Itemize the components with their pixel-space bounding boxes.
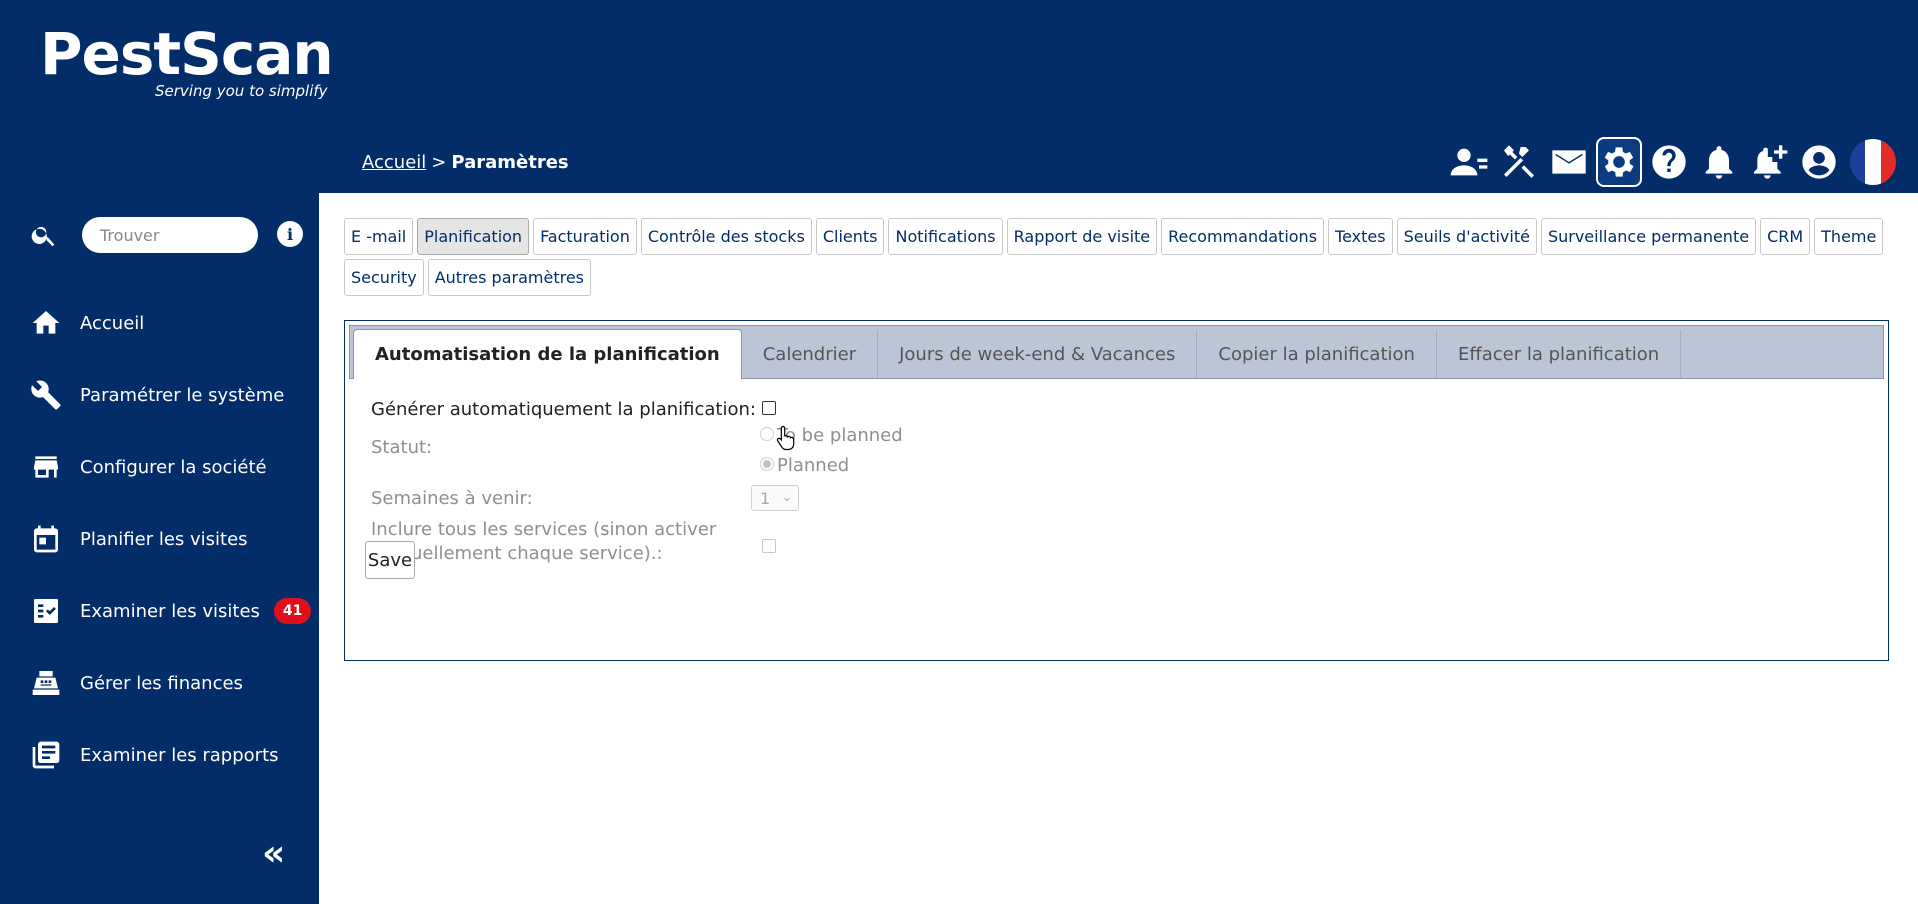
sidebar-item-label: Paramétrer le système bbox=[80, 384, 285, 406]
chevron-down-icon: ⌄ bbox=[781, 490, 792, 504]
sidebar-item-configurer-societe[interactable]: Configurer la société bbox=[0, 431, 319, 503]
include-services-label-line1: Inclure tous les services (sinon activer bbox=[371, 519, 717, 540]
sidebar-item-accueil[interactable]: Accueil bbox=[0, 287, 319, 359]
bell-plus-icon[interactable] bbox=[1746, 137, 1792, 187]
tab-textes[interactable]: Textes bbox=[1328, 218, 1393, 255]
info-icon[interactable]: i bbox=[277, 221, 303, 247]
reports-icon bbox=[32, 741, 60, 769]
breadcrumb-home-link[interactable]: Accueil bbox=[362, 152, 426, 173]
logo-tagline: Serving you to simplify bbox=[155, 82, 328, 100]
status-radio-planned[interactable] bbox=[760, 457, 774, 471]
help-icon[interactable] bbox=[1646, 137, 1692, 187]
subtab-weekend-vacances[interactable]: Jours de week-end & Vacances bbox=[878, 330, 1198, 378]
status-label: Statut: bbox=[371, 437, 433, 458]
pestscan-logo[interactable]: PestScan Serving you to simplify bbox=[40, 20, 334, 100]
tab-controle-stocks[interactable]: Contrôle des stocks bbox=[640, 218, 812, 255]
tab-clients[interactable]: Clients bbox=[815, 218, 885, 255]
tab-recommandations[interactable]: Recommandations bbox=[1161, 218, 1325, 255]
breadcrumb-separator: > bbox=[431, 152, 447, 173]
mail-icon[interactable] bbox=[1546, 137, 1592, 187]
logo-name: PestScan bbox=[40, 20, 334, 88]
include-services-checkbox[interactable] bbox=[762, 539, 776, 553]
subtab-copier[interactable]: Copier la planification bbox=[1197, 330, 1437, 378]
sidebar-item-examiner-rapports[interactable]: Examiner les rapports bbox=[0, 719, 319, 791]
sidebar-item-label: Examiner les visites bbox=[80, 600, 260, 622]
bell-icon[interactable] bbox=[1696, 137, 1742, 187]
search-input[interactable] bbox=[82, 217, 258, 253]
breadcrumb: Accueil > Paramètres bbox=[362, 152, 569, 173]
store-icon bbox=[34, 456, 58, 478]
status-radio-to-be-planned[interactable] bbox=[760, 427, 774, 441]
sidebar-item-planifier-visites[interactable]: Planifier les visites bbox=[0, 503, 319, 575]
auto-generate-checkbox[interactable] bbox=[762, 401, 776, 415]
tab-facturation[interactable]: Facturation bbox=[533, 218, 637, 255]
top-header: PestScan Serving you to simplify Accueil… bbox=[0, 0, 1918, 193]
subtab-effacer[interactable]: Effacer la planification bbox=[1437, 330, 1682, 378]
tab-planification[interactable]: Planification bbox=[417, 218, 530, 255]
sidebar-item-label: Accueil bbox=[80, 312, 145, 334]
save-button[interactable]: Save bbox=[365, 541, 415, 579]
subtab-calendrier[interactable]: Calendrier bbox=[742, 330, 879, 378]
auto-generate-label: Générer automatiquement la planification… bbox=[371, 399, 756, 420]
settings-tabs: E -mail Planification Facturation Contrô… bbox=[344, 218, 1904, 296]
tools-icon[interactable] bbox=[1496, 137, 1542, 187]
sidebar-item-gerer-finances[interactable]: Gérer les finances bbox=[0, 647, 319, 719]
collapse-sidebar-icon[interactable]: « bbox=[262, 833, 285, 874]
gear-icon[interactable] bbox=[1596, 137, 1642, 187]
tab-rapport-visite[interactable]: Rapport de visite bbox=[1006, 218, 1158, 255]
status-option-planned: Planned bbox=[777, 455, 850, 476]
sidebar-item-examiner-visites[interactable]: Examiner les visites 41 bbox=[0, 575, 319, 647]
sidebar-search bbox=[30, 217, 258, 253]
sidebar-nav: Accueil Paramétrer le système Configurer… bbox=[0, 287, 319, 791]
tab-notifications[interactable]: Notifications bbox=[888, 218, 1003, 255]
visits-count-badge: 41 bbox=[273, 598, 312, 624]
sidebar-item-label: Configurer la société bbox=[80, 456, 267, 478]
checklist-icon bbox=[34, 599, 58, 623]
sidebar-item-label: Gérer les finances bbox=[80, 672, 243, 694]
home-icon bbox=[32, 311, 60, 334]
weeks-label: Semaines à venir: bbox=[371, 488, 533, 509]
hand-cursor-icon bbox=[776, 425, 795, 451]
user-switch-icon[interactable] bbox=[1446, 137, 1492, 187]
subtab-automatisation[interactable]: Automatisation de la planification bbox=[353, 329, 742, 379]
cash-register-icon bbox=[32, 671, 60, 695]
sidebar-item-label: Examiner les rapports bbox=[80, 744, 279, 766]
tab-theme[interactable]: Theme bbox=[1814, 218, 1884, 255]
sidebar-item-parametrer-systeme[interactable]: Paramétrer le système bbox=[0, 359, 319, 431]
tab-email[interactable]: E -mail bbox=[344, 218, 414, 255]
weeks-select[interactable]: 1 ⌄ bbox=[751, 485, 799, 511]
sidebar: i Accueil Paramétrer le système Configur… bbox=[0, 193, 319, 904]
tab-security[interactable]: Security bbox=[344, 259, 424, 296]
account-icon[interactable] bbox=[1796, 137, 1842, 187]
sidebar-item-label: Planifier les visites bbox=[80, 528, 248, 550]
breadcrumb-current: Paramètres bbox=[451, 152, 569, 173]
france-flag-icon[interactable] bbox=[1850, 139, 1896, 185]
tab-seuils-activite[interactable]: Seuils d'activité bbox=[1396, 218, 1537, 255]
wrench-icon bbox=[31, 380, 61, 410]
planification-panel: Automatisation de la planification Calen… bbox=[344, 320, 1889, 661]
calendar-icon bbox=[34, 525, 58, 553]
planification-subtabs: Automatisation de la planification Calen… bbox=[349, 325, 1884, 379]
weeks-select-value: 1 bbox=[760, 488, 771, 508]
main-content: E -mail Planification Facturation Contrô… bbox=[319, 193, 1918, 904]
tab-autres-parametres[interactable]: Autres paramètres bbox=[427, 259, 592, 296]
tab-crm[interactable]: CRM bbox=[1760, 218, 1811, 255]
search-icon[interactable] bbox=[30, 221, 58, 249]
tab-surveillance-permanente[interactable]: Surveillance permanente bbox=[1540, 218, 1757, 255]
header-toolbar bbox=[1446, 137, 1896, 187]
